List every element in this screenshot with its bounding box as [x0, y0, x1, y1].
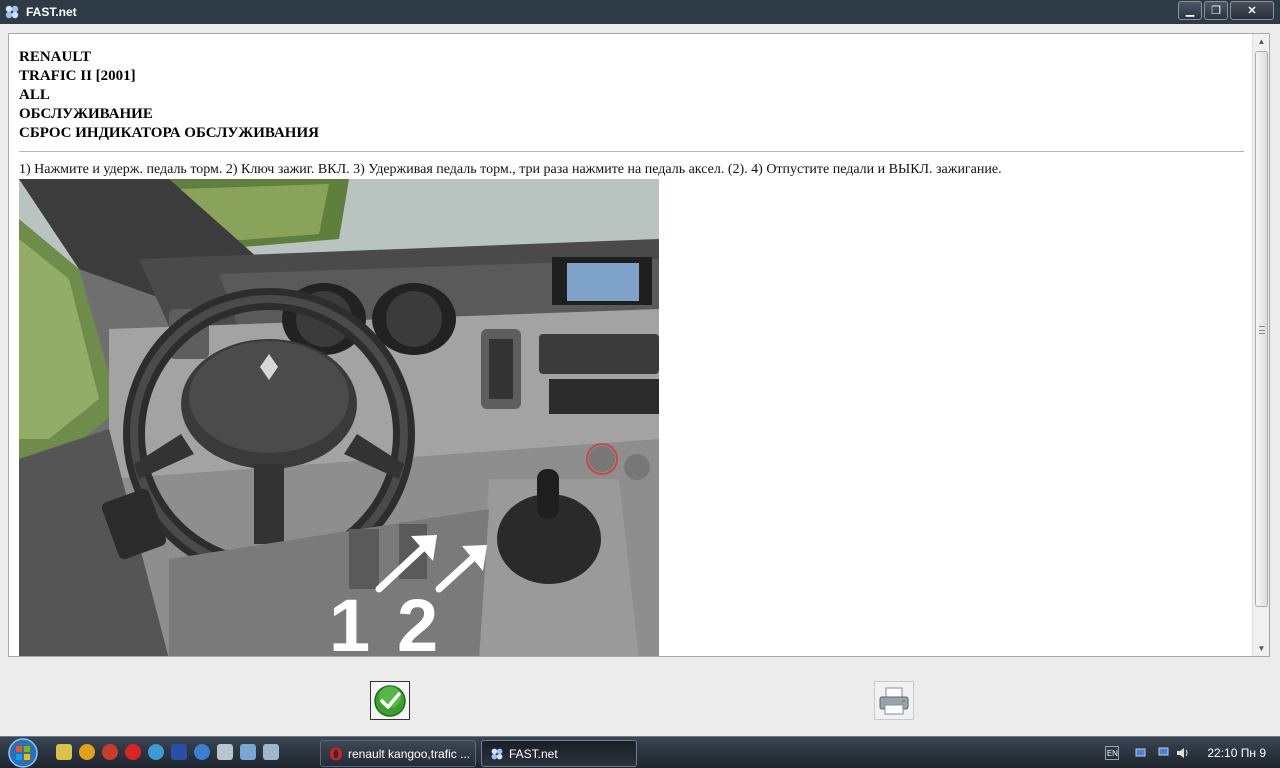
task-label-opera: renault kangoo,trafic ...	[348, 746, 471, 761]
network-icon-2[interactable]	[1155, 746, 1171, 760]
start-button[interactable]	[4, 738, 42, 768]
pedal-label-2: 2	[397, 584, 438, 657]
dashboard-photo: 1 2	[19, 179, 659, 657]
quicklaunch-browser-icon[interactable]	[148, 744, 164, 760]
checkmark-icon	[374, 684, 406, 717]
print-button[interactable]	[874, 681, 914, 720]
quicklaunch-word-icon[interactable]	[171, 744, 187, 760]
fast-net-app-icon	[5, 5, 19, 19]
quicklaunch-desktop-icon[interactable]	[217, 744, 233, 760]
pedal-label-1: 1	[329, 584, 370, 657]
minimize-button[interactable]: ▁	[1178, 1, 1202, 20]
fast-net-icon	[491, 748, 503, 759]
maximize-icon: ❐	[1211, 5, 1221, 17]
scroll-thumb[interactable]	[1255, 51, 1268, 607]
language-indicator[interactable]: EN	[1105, 746, 1120, 760]
header-model: TRAFIC II [2001]	[19, 68, 136, 84]
clock[interactable]: 22:10 Пн 9	[1207, 746, 1266, 760]
volume-icon[interactable]	[1175, 746, 1191, 760]
quicklaunch-opera-icon[interactable]	[125, 744, 141, 760]
scroll-up-icon[interactable]: ▲	[1253, 34, 1269, 49]
scroll-down-icon[interactable]: ▼	[1253, 641, 1269, 656]
header-divider	[19, 151, 1244, 152]
quicklaunch-explorer-icon[interactable]	[240, 744, 256, 760]
network-icon[interactable]	[1135, 746, 1151, 760]
vertical-scrollbar[interactable]: ▲ ▼	[1252, 34, 1269, 656]
printer-icon	[879, 687, 909, 714]
task-fast-net-window[interactable]: FAST.net	[481, 740, 637, 767]
document-view: RENAULT TRAFIC II [2001] ALL ОБСЛУЖИВАНИ…	[8, 33, 1270, 657]
task-label-fast-net: FAST.net	[509, 746, 558, 761]
main-frame: RENAULT TRAFIC II [2001] ALL ОБСЛУЖИВАНИ…	[0, 24, 1280, 736]
maximize-button[interactable]: ❐	[1204, 1, 1228, 20]
ok-button[interactable]	[370, 681, 410, 720]
minimize-icon: ▁	[1185, 5, 1195, 17]
instruction-text: 1) Нажмите и удерж. педаль торм. 2) Ключ…	[19, 162, 1002, 177]
opera-icon	[330, 747, 342, 760]
header-procedure: СБРОС ИНДИКАТОРА ОБСЛУЖИВАНИЯ	[19, 125, 319, 141]
quicklaunch-aimp-icon[interactable]	[79, 744, 95, 760]
header-section: ОБСЛУЖИВАНИЕ	[19, 106, 153, 122]
quicklaunch-disk-icon[interactable]	[263, 744, 279, 760]
header-variant: ALL	[19, 87, 50, 103]
window-title: FAST.net	[26, 5, 77, 19]
quicklaunch-hp-icon[interactable]	[194, 744, 210, 760]
header-make: RENAULT	[19, 49, 91, 65]
window-titlebar: FAST.net ▁ ❐ ✕	[0, 0, 1280, 24]
close-icon: ✕	[1247, 5, 1257, 17]
taskbar: renault kangoo,trafic ... FAST.net EN 22…	[0, 736, 1280, 768]
close-button[interactable]: ✕	[1230, 1, 1274, 20]
task-opera-window[interactable]: renault kangoo,trafic ...	[320, 740, 476, 767]
system-tray: EN 22:10 Пн 9	[1105, 737, 1280, 768]
quicklaunch-media-icon[interactable]	[102, 744, 118, 760]
quicklaunch-app-icon[interactable]	[56, 744, 72, 760]
